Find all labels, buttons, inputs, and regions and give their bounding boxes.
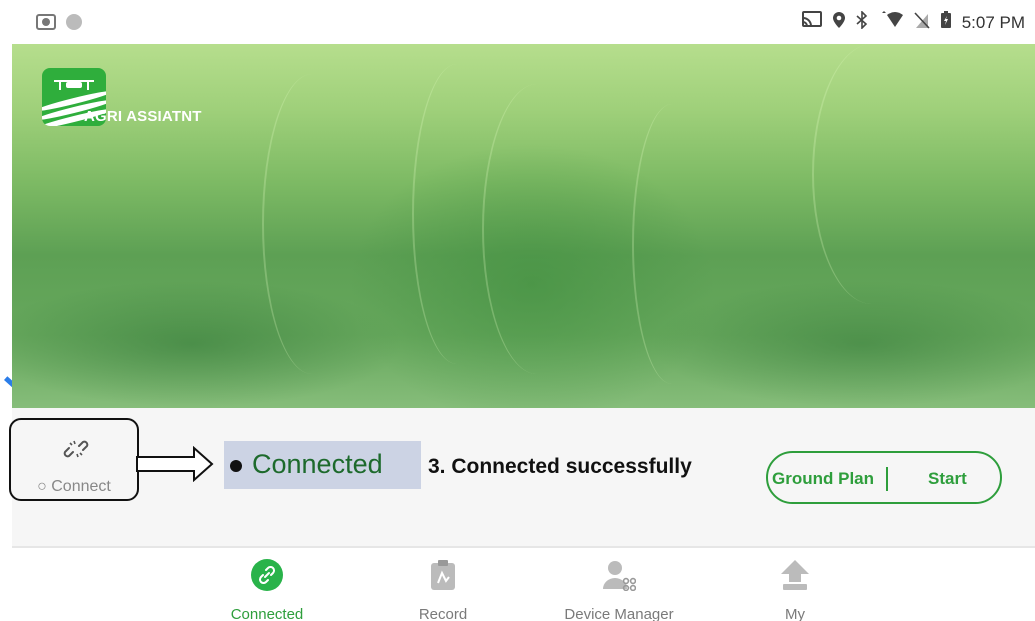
broken-link-icon	[63, 440, 89, 458]
hero-banner: AGRI ASSIATNT	[12, 44, 1035, 408]
clipboard-icon	[431, 560, 455, 590]
nav-label-my: My	[785, 606, 805, 621]
location-icon	[832, 11, 846, 34]
status-right-icons: 5:07 PM	[801, 10, 1025, 34]
nav-label-device-manager: Device Manager	[564, 606, 674, 621]
circle-icon	[66, 14, 82, 30]
connect-button[interactable]: ○ Connect	[9, 418, 139, 501]
nav-label-record: Record	[418, 606, 468, 621]
nav-item-record[interactable]: Record	[378, 558, 508, 621]
connect-label: ○ Connect	[37, 478, 111, 495]
connected-status: Connected	[224, 441, 421, 489]
status-bar: 5:07 PM	[0, 0, 1035, 44]
status-time: 5:07 PM	[961, 12, 1025, 32]
nav-item-device-manager[interactable]: Device Manager	[554, 558, 684, 621]
grass-blade	[632, 104, 712, 384]
nav-item-my[interactable]: My	[730, 558, 860, 621]
nav-item-connected[interactable]: Connected	[202, 558, 332, 621]
step-callout: 3. Connected successfully	[428, 455, 692, 478]
grass-blade	[262, 74, 362, 374]
upload-user-icon	[781, 560, 809, 590]
grass-blade	[812, 44, 932, 304]
status-dot	[230, 460, 242, 472]
brand-name: AGRI ASSIATNT	[84, 108, 202, 125]
bottom-nav: Connected Record Device Manager My	[0, 548, 1035, 621]
wifi-icon	[878, 11, 904, 34]
action-pill: Ground Plan Start	[766, 451, 1002, 504]
connected-status-text: Connected	[252, 449, 383, 479]
pill-separator	[886, 467, 888, 491]
right-arrow-icon	[136, 446, 214, 482]
ground-plan-button[interactable]: Ground Plan	[772, 469, 874, 489]
drone-icon	[54, 80, 94, 90]
cast-icon	[801, 11, 822, 34]
user-drone-icon	[603, 561, 636, 591]
start-button[interactable]: Start	[928, 469, 967, 489]
nav-label-connected: Connected	[230, 606, 304, 621]
status-left-icons	[36, 14, 82, 30]
bluetooth-icon	[856, 10, 868, 34]
no-sim-icon	[914, 11, 930, 34]
screen-record-icon	[36, 14, 56, 30]
grass-blade	[482, 84, 592, 374]
link-icon	[251, 559, 283, 591]
battery-charging-icon	[940, 11, 952, 34]
